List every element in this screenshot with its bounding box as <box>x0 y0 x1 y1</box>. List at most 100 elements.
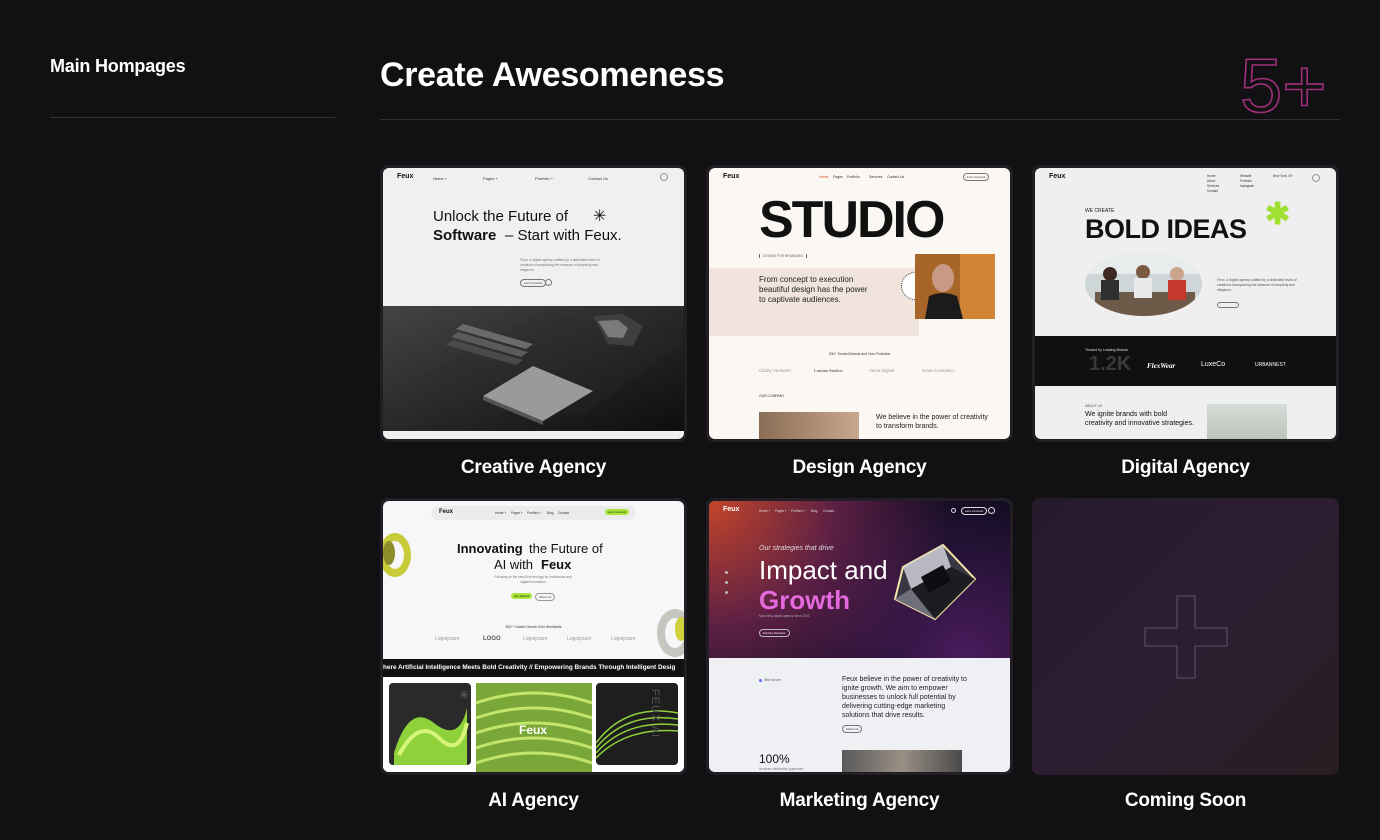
nav-item: Pages + <box>511 511 523 515</box>
preview-creative-agency: Feux Home + Pages + Portfolio + Contact … <box>383 168 684 439</box>
preview-headline: AI with <box>494 557 534 572</box>
nav-item: Portfolio <box>847 175 860 179</box>
card-creative-agency[interactable]: Feux Home + Pages + Portfolio + Contact … <box>380 165 687 442</box>
client-logo: Verve Digital <box>869 368 895 373</box>
about-text: We ignite brands with bold creativity an… <box>1085 411 1194 427</box>
trusted-stat: 1.2K <box>1089 353 1132 375</box>
about-text: We believe in the power of creativity to… <box>876 414 988 430</box>
about-image <box>759 412 859 439</box>
label-coming-soon: Coming Soon <box>1124 790 1247 811</box>
chrome-shape-left <box>383 533 411 577</box>
card-digital-agency[interactable]: Feux Home About Services Contact Website… <box>1032 165 1339 442</box>
nav-item: Portfolio + <box>791 509 806 513</box>
card-ai-agency[interactable]: Feux Home + Pages + Portfolio + Blog Con… <box>380 498 687 775</box>
social-icon <box>725 581 728 584</box>
preview-design-agency: Feux Home Pages Portfolio Services Conta… <box>709 168 1010 439</box>
preview-logo: Feux <box>397 173 414 180</box>
card-marketing-agency[interactable]: Feux Home + Pages + Portfolio + Blog Con… <box>706 498 1013 775</box>
nav-item: Portfolio + <box>535 176 554 181</box>
preview-tag: DESIGN FOR BRANDING <box>759 254 807 258</box>
brand-logo: URBANNEST <box>1255 362 1286 368</box>
brand-logo: FlexWear <box>1147 362 1176 370</box>
preview-headline-bold: Feux <box>541 557 572 572</box>
tile-text: Feux <box>519 723 548 737</box>
social-icon <box>725 571 728 574</box>
preview-marketing-agency: Feux Home + Pages + Portfolio + Blog Con… <box>709 501 1010 772</box>
nav-item: About <box>1207 179 1216 183</box>
social-icon <box>725 591 728 594</box>
count-badge: 5+ <box>1240 50 1327 120</box>
client-logo: Logoipsum <box>523 636 548 642</box>
client-logo: Nova Cosmetics <box>922 368 955 373</box>
arrow-icon <box>545 279 552 286</box>
search-icon <box>951 508 956 513</box>
nav-item: Pages + <box>775 509 787 513</box>
client-logo: Logoipsum <box>611 636 636 642</box>
preview-kicker: Our strategies that drive <box>759 545 834 552</box>
preview-button: Get Started <box>511 593 533 599</box>
trusted-heading: Trusted by Leading Brands <box>1085 348 1129 352</box>
preview-logo: Feux <box>723 173 740 180</box>
preview-hero-image <box>383 306 684 431</box>
stat-label: Services satisfaction guarantee <box>759 767 804 771</box>
sparkle-icon: ✳ <box>593 208 607 225</box>
preview-portrait <box>915 254 995 319</box>
stat-value: 100% <box>759 752 790 766</box>
about-tag: ABOUT US <box>1085 404 1103 408</box>
preview-logo: Feux <box>439 509 454 515</box>
about-button: About Us <box>842 725 863 733</box>
preview-button: About Us <box>535 593 556 601</box>
nav-item: Blog <box>811 509 818 513</box>
preview-cta-pill <box>1217 302 1239 308</box>
menu-icon <box>660 173 668 181</box>
header-divider <box>380 119 1340 120</box>
svg-text:✳: ✳ <box>459 688 469 702</box>
nav-item: Pages + <box>483 176 498 181</box>
label-digital-agency[interactable]: Digital Agency <box>1032 457 1339 479</box>
label-design-agency[interactable]: Design Agency <box>706 457 1013 479</box>
clients-heading: 300+ Trusted Clients Over Worldwide <box>505 625 562 629</box>
preview-cta: Let's Connect <box>605 509 630 515</box>
nav-item: Home <box>1207 174 1216 178</box>
preview-cta: Let's Connect <box>520 279 547 287</box>
preview-sub: Marketing digital agency since 2001 <box>759 614 810 618</box>
preview-headline: Impact and <box>759 555 888 585</box>
preview-headline-bold: Innovating <box>457 541 523 556</box>
sidebar-divider <box>50 117 335 118</box>
nav-item: Home <box>819 175 829 179</box>
asterisk-icon: ✱ <box>1265 198 1291 231</box>
nav-item: Portfolio + <box>527 511 542 515</box>
about-tag: OUR COMPANY <box>759 394 785 398</box>
tile-image <box>596 683 678 765</box>
card-design-agency[interactable]: Feux Home Pages Portfolio Services Conta… <box>706 165 1013 442</box>
nav-item: Services <box>869 175 883 179</box>
label-marketing-agency[interactable]: Marketing Agency <box>706 790 1013 812</box>
preview-headline: the Future of <box>529 541 603 556</box>
office-photo <box>842 750 962 772</box>
arrow-icon <box>988 507 995 514</box>
client-logo: Clarity Ventures <box>759 368 791 373</box>
preview-logo: Feux <box>1049 173 1066 180</box>
label-ai-agency[interactable]: AI Agency <box>380 790 687 812</box>
preview-logo: Feux <box>723 506 740 513</box>
preview-sub: From concept to execution beautiful desi… <box>759 275 868 304</box>
preview-headline-rest: – Start with Feux. <box>505 227 622 244</box>
client-logo: Logoipsum <box>435 636 460 642</box>
tile-vertical-text: FEUX AI <box>649 689 661 739</box>
clients-heading: 200+ Trusted Brands and Over Portfolios <box>828 352 891 356</box>
preview-headline-bold: Software <box>433 227 497 244</box>
page-title: Create Awesomeness <box>380 56 725 94</box>
preview-ai-agency: Feux Home + Pages + Portfolio + Blog Con… <box>383 501 684 772</box>
label-creative-agency[interactable]: Creative Agency <box>380 457 687 479</box>
preview-dark-band <box>1035 336 1336 386</box>
chrome-shape-right <box>657 609 684 657</box>
client-logo: Logoipsum <box>567 636 592 642</box>
count-badge-text: 5+ <box>1240 50 1327 120</box>
menu-icon <box>1312 174 1320 182</box>
preview-team-photo <box>1085 252 1202 316</box>
preview-headline-accent: Growth <box>759 585 850 615</box>
preview-blurb: Feux, a digital agency crafted by a dedi… <box>1217 278 1297 292</box>
plus-icon <box>1144 595 1228 679</box>
nav-item: Instagram <box>1240 184 1255 188</box>
ticker-text: here Artificial Intelligence Meets Bold … <box>383 664 676 671</box>
